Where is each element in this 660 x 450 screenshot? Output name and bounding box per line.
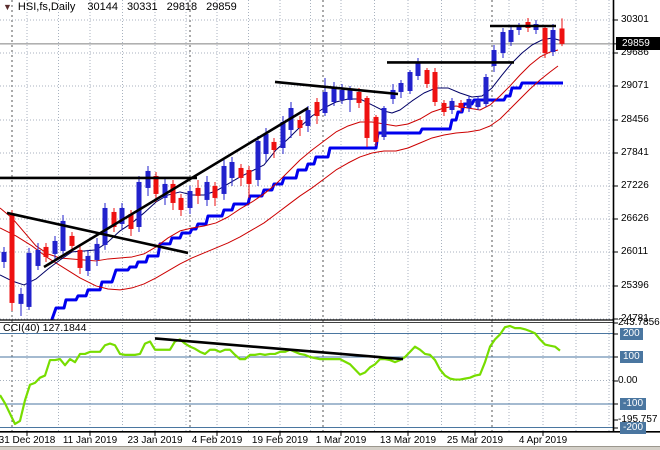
candle-up	[18, 293, 24, 304]
cci-axis-label: 200	[620, 328, 643, 340]
candle-up	[102, 207, 108, 245]
low-value: 29818	[166, 1, 198, 13]
mt4-chart-window: ▼ HSI,fs,Daily 30144 30331 29818 29859 C…	[0, 0, 660, 450]
price-axis-label: 29071	[621, 80, 649, 91]
candle-up	[322, 91, 328, 114]
candle-down	[238, 167, 244, 178]
candle-down	[356, 91, 362, 103]
candle-up	[466, 98, 472, 108]
trendline-object[interactable]	[43, 106, 309, 269]
close-value: 29859	[206, 1, 237, 13]
candle-down	[195, 187, 201, 196]
candle-up	[347, 89, 353, 101]
date-label: 19 Feb 2019	[251, 435, 309, 446]
candle-up	[221, 165, 227, 194]
date-label: 11 Jan 2019	[62, 435, 118, 446]
symbol-period-label: HSI,fs,Daily	[17, 1, 76, 13]
date-label: 25 Mar 2019	[446, 435, 504, 446]
open-value: 30144	[87, 1, 118, 13]
price-chart-canvas[interactable]	[0, 0, 660, 450]
fast-ma-line	[0, 37, 563, 286]
current-price-tag: 29859	[616, 37, 660, 50]
candle-up	[187, 190, 193, 208]
candle-down	[314, 102, 320, 116]
current-price-value: 29859	[622, 38, 650, 49]
candle-up	[255, 140, 261, 180]
price-axis[interactable]: 30301 29686 29071 28456 27841 27226 26626 26011…	[614, 0, 660, 434]
candle-up	[145, 170, 151, 188]
price-axis-label: 26011	[621, 246, 649, 257]
window-bottom-strip	[0, 446, 660, 450]
candle-down	[373, 116, 379, 142]
candle-up	[229, 161, 235, 178]
time-axis[interactable]: 31 Dec 2018 11 Jan 2019 23 Jan 2019 4 Feb 2…	[0, 433, 614, 447]
cci-axis-label: 0.00	[618, 375, 638, 386]
candle-down	[246, 169, 252, 184]
candle-down	[297, 119, 303, 128]
candle-up	[263, 133, 269, 154]
candle-up	[339, 89, 345, 101]
candle-up	[508, 29, 514, 42]
candle-down	[69, 235, 75, 246]
date-label: 13 Mar 2019	[379, 435, 437, 446]
date-label: 1 Mar 2019	[315, 435, 367, 446]
date-label: 4 Apr 2019	[518, 435, 568, 446]
date-label: 31 Dec 2018	[0, 435, 56, 446]
price-axis-label: 28456	[621, 114, 649, 125]
high-value: 30331	[126, 1, 158, 13]
candle-down	[77, 249, 83, 268]
cci-axis-label: 100	[620, 351, 643, 363]
candle-up	[136, 181, 142, 227]
candle-up	[331, 87, 337, 103]
candle-up	[550, 29, 556, 53]
candle-down	[559, 28, 565, 44]
price-axis-label: 27226	[621, 180, 649, 191]
candle-up	[204, 181, 210, 200]
candle-down	[178, 197, 184, 210]
candle-down	[424, 69, 430, 84]
candle-up	[35, 249, 41, 266]
candle-up	[483, 77, 489, 105]
candle-up	[415, 62, 421, 76]
candle-up	[500, 31, 506, 53]
indicator-label: CCI(40) 127.1844	[3, 322, 87, 334]
candle-up	[381, 107, 387, 137]
candle-up	[94, 243, 100, 260]
candle-up	[475, 100, 481, 108]
symbol-marker-icon: ▼	[3, 2, 12, 12]
price-axis-label: 27841	[621, 147, 649, 158]
candle-up	[26, 252, 32, 307]
candle-down	[458, 102, 464, 108]
cci-axis-label: -200	[620, 422, 647, 434]
candle-down	[432, 71, 438, 103]
date-label: 23 Jan 2019	[127, 435, 183, 446]
candle-up	[449, 100, 455, 110]
candle-up	[85, 255, 91, 271]
candle-up	[516, 27, 522, 30]
candle-down	[212, 185, 218, 198]
candle-up	[398, 83, 404, 92]
candle-down	[43, 246, 49, 257]
chart-legend: ▼ HSI,fs,Daily 30144 30331 29818 29859	[3, 1, 246, 13]
candle-down	[542, 27, 548, 53]
price-axis-label: 30301	[621, 14, 649, 25]
candle-down	[441, 102, 447, 112]
candle-up	[280, 121, 286, 148]
cci-axis-label: 243.7856	[618, 317, 660, 328]
candle-up	[52, 240, 58, 254]
price-axis-label: 26626	[621, 213, 649, 224]
candle-down	[271, 141, 277, 150]
candle-down	[9, 214, 15, 303]
candle-up	[407, 71, 413, 91]
price-axis-label: 25396	[621, 280, 649, 291]
candle-up	[305, 109, 311, 126]
date-label: 4 Feb 2019	[191, 435, 243, 446]
candle-down	[364, 98, 370, 138]
cci-axis-label: -100	[620, 398, 647, 410]
candle-up	[1, 251, 7, 262]
